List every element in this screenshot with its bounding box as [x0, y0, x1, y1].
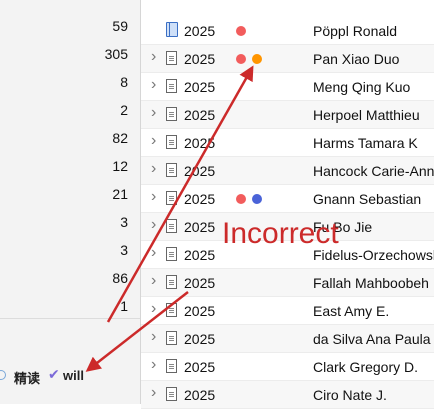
arrow-line-up	[106, 65, 254, 323]
annotation-label: Incorrect	[222, 217, 339, 250]
annotation-arrows	[85, 65, 254, 372]
arrow-line-down	[85, 291, 189, 372]
